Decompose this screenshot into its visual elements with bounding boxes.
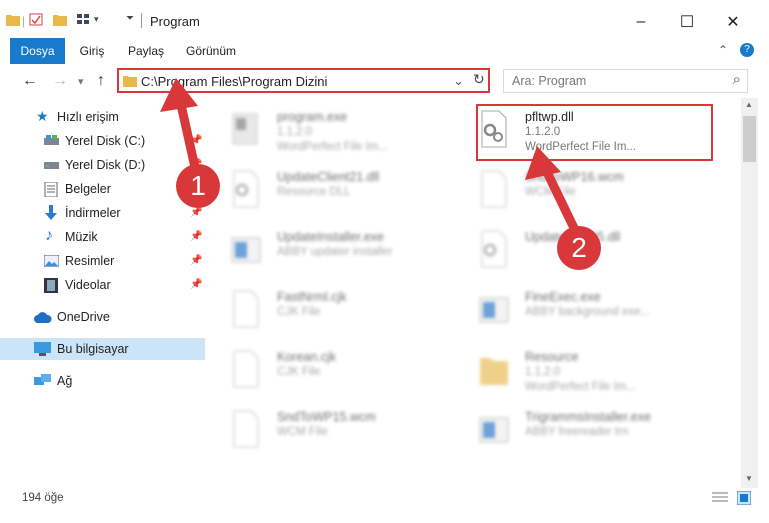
close-icon: ✕ <box>726 14 740 31</box>
step-badge-1: 1 <box>176 164 220 208</box>
pin-icon[interactable]: 📌 <box>190 279 202 290</box>
exe-icon <box>232 113 258 145</box>
tab-home[interactable]: Giriş <box>71 38 113 64</box>
sidebar-item-documents[interactable]: Belgeler 📌 <box>0 178 205 200</box>
folder-icon <box>6 15 20 26</box>
sidebar-item-network[interactable]: Ağ <box>0 370 205 392</box>
document-icon <box>44 182 58 197</box>
item-count: 194 öğe <box>22 492 64 504</box>
help-icon[interactable]: ? <box>740 43 754 57</box>
window-app-icon <box>231 237 261 263</box>
scroll-down-icon[interactable]: ▼ <box>745 474 753 483</box>
dll-gear-icon <box>481 230 507 268</box>
title-bar: | ▾ ⏷ Program – ☐ ✕ <box>0 0 769 39</box>
list-item[interactable]: program.exe 1.1.2.0 WordPerfect File Im.… <box>215 104 455 160</box>
file-icon <box>233 350 259 388</box>
network-icon <box>34 374 51 385</box>
folder-icon <box>480 358 508 385</box>
maximize-icon: ☐ <box>679 14 695 31</box>
list-item[interactable]: SndToWP16.wcm WCM File <box>463 164 703 220</box>
window-title: Program <box>150 14 200 29</box>
dll-gear-icon <box>233 170 259 208</box>
highlight-box <box>476 104 713 161</box>
tab-view[interactable]: Görünüm <box>180 38 242 64</box>
pin-icon[interactable]: 📌 <box>190 207 202 218</box>
bottom-edge <box>0 510 769 523</box>
list-item[interactable]: SndToWP15.wcm WCM File <box>215 404 455 460</box>
computer-icon <box>34 342 51 356</box>
forward-button[interactable]: → <box>52 72 68 90</box>
status-bar: 194 öğe <box>0 488 769 510</box>
address-path: C:\Program Files\Program Dizini <box>141 74 328 89</box>
list-item[interactable]: TrigrammsInstaller.exe ABBY freereader t… <box>463 404 703 460</box>
view-icon[interactable] <box>76 13 90 26</box>
sidebar-item-music[interactable]: ♪ Müzik 📌 <box>0 226 205 248</box>
scroll-up-icon[interactable]: ▲ <box>745 100 753 109</box>
pin-icon[interactable]: 📌 <box>190 135 202 146</box>
cloud-icon <box>34 312 52 323</box>
customize-toolbar-icon[interactable]: ⏷ <box>126 13 134 24</box>
sidebar-item-pictures[interactable]: Resimler 📌 <box>0 250 205 272</box>
folder-icon <box>123 76 137 87</box>
tab-share[interactable]: Paylaş <box>120 38 172 64</box>
list-item[interactable]: UpdateClient21.dll Resource DLL <box>215 164 455 220</box>
qa-dropdown-icon[interactable]: ▾ <box>94 14 99 25</box>
sidebar-item-videos[interactable]: Videolar 📌 <box>0 274 205 296</box>
download-icon <box>45 205 57 220</box>
properties-icon[interactable] <box>29 13 43 26</box>
drive-icon <box>44 135 59 145</box>
minimize-button[interactable]: – <box>618 8 664 36</box>
list-item[interactable]: Korean.cjk CJK File <box>215 344 455 400</box>
drive-icon <box>44 162 59 169</box>
file-icon <box>481 170 507 208</box>
file-icon <box>233 410 259 448</box>
maximize-button[interactable]: ☐ <box>664 8 710 36</box>
title-separator <box>141 13 142 28</box>
scrollbar[interactable]: ▲ ▼ <box>741 98 758 488</box>
star-icon: ★ <box>36 108 49 124</box>
sidebar-item-downloads[interactable]: İndirmeler 📌 <box>0 202 205 224</box>
details-view-icon[interactable] <box>712 492 728 504</box>
sidebar-item-quick-access[interactable]: ★ Hızlı erişim <box>0 106 205 128</box>
list-item[interactable]: Resource 1.1.2.0 WordPerfect File Im... <box>463 344 703 400</box>
sidebar-item-disk-d[interactable]: Yerel Disk (D:) 📌 <box>0 154 205 176</box>
close-button[interactable]: ✕ <box>710 8 756 36</box>
refresh-icon: ↻ <box>473 71 485 87</box>
minimize-icon: – <box>636 13 646 30</box>
pin-icon[interactable]: 📌 <box>190 255 202 266</box>
new-folder-icon[interactable] <box>53 13 67 26</box>
pictures-icon <box>44 255 59 267</box>
separator: | <box>22 14 26 28</box>
navigation-pane: ★ Hızlı erişim Yerel Disk (C:) 📌 Yerel D… <box>0 98 205 488</box>
pin-icon[interactable]: 📌 <box>190 231 202 242</box>
window-app-icon <box>479 417 509 443</box>
search-icon: ⌕ <box>732 71 741 88</box>
ribbon-expand-icon[interactable]: ⌃ <box>718 43 728 57</box>
music-icon: ♪ <box>45 227 53 244</box>
large-icons-view-icon[interactable] <box>737 491 751 505</box>
file-icon <box>233 290 259 328</box>
step-badge-2: 2 <box>557 226 601 270</box>
list-item[interactable]: FineExec.exe ABBY background exe... <box>463 284 703 340</box>
tab-file[interactable]: Dosya <box>10 38 65 64</box>
up-button[interactable]: ↑ <box>97 72 105 90</box>
video-icon <box>44 278 58 293</box>
scrollbar-thumb[interactable] <box>743 116 756 162</box>
sidebar-item-disk-c[interactable]: Yerel Disk (C:) 📌 <box>0 130 205 152</box>
sidebar-item-onedrive[interactable]: OneDrive <box>0 306 205 328</box>
list-item[interactable]: FastNrml.cjk CJK File <box>215 284 455 340</box>
window-app-icon <box>479 297 509 323</box>
search-input[interactable]: Ara: Program ⌕ <box>503 69 748 93</box>
search-placeholder: Ara: Program <box>512 74 587 88</box>
back-button[interactable]: ← <box>22 72 38 90</box>
address-dropdown-icon[interactable]: ⌄ <box>453 73 464 89</box>
ribbon: Dosya Giriş Paylaş Görünüm ⌃ ? <box>0 38 769 65</box>
address-bar[interactable]: C:\Program Files\Program Dizini ⌄ <box>117 68 490 93</box>
sidebar-item-this-pc[interactable]: Bu bilgisayar <box>0 338 205 360</box>
recent-locations-button[interactable]: ▾ <box>78 75 84 88</box>
list-item[interactable]: UpdateInstaller.exe ABBY updater install… <box>215 224 455 280</box>
refresh-button[interactable]: ↻ <box>470 69 490 91</box>
